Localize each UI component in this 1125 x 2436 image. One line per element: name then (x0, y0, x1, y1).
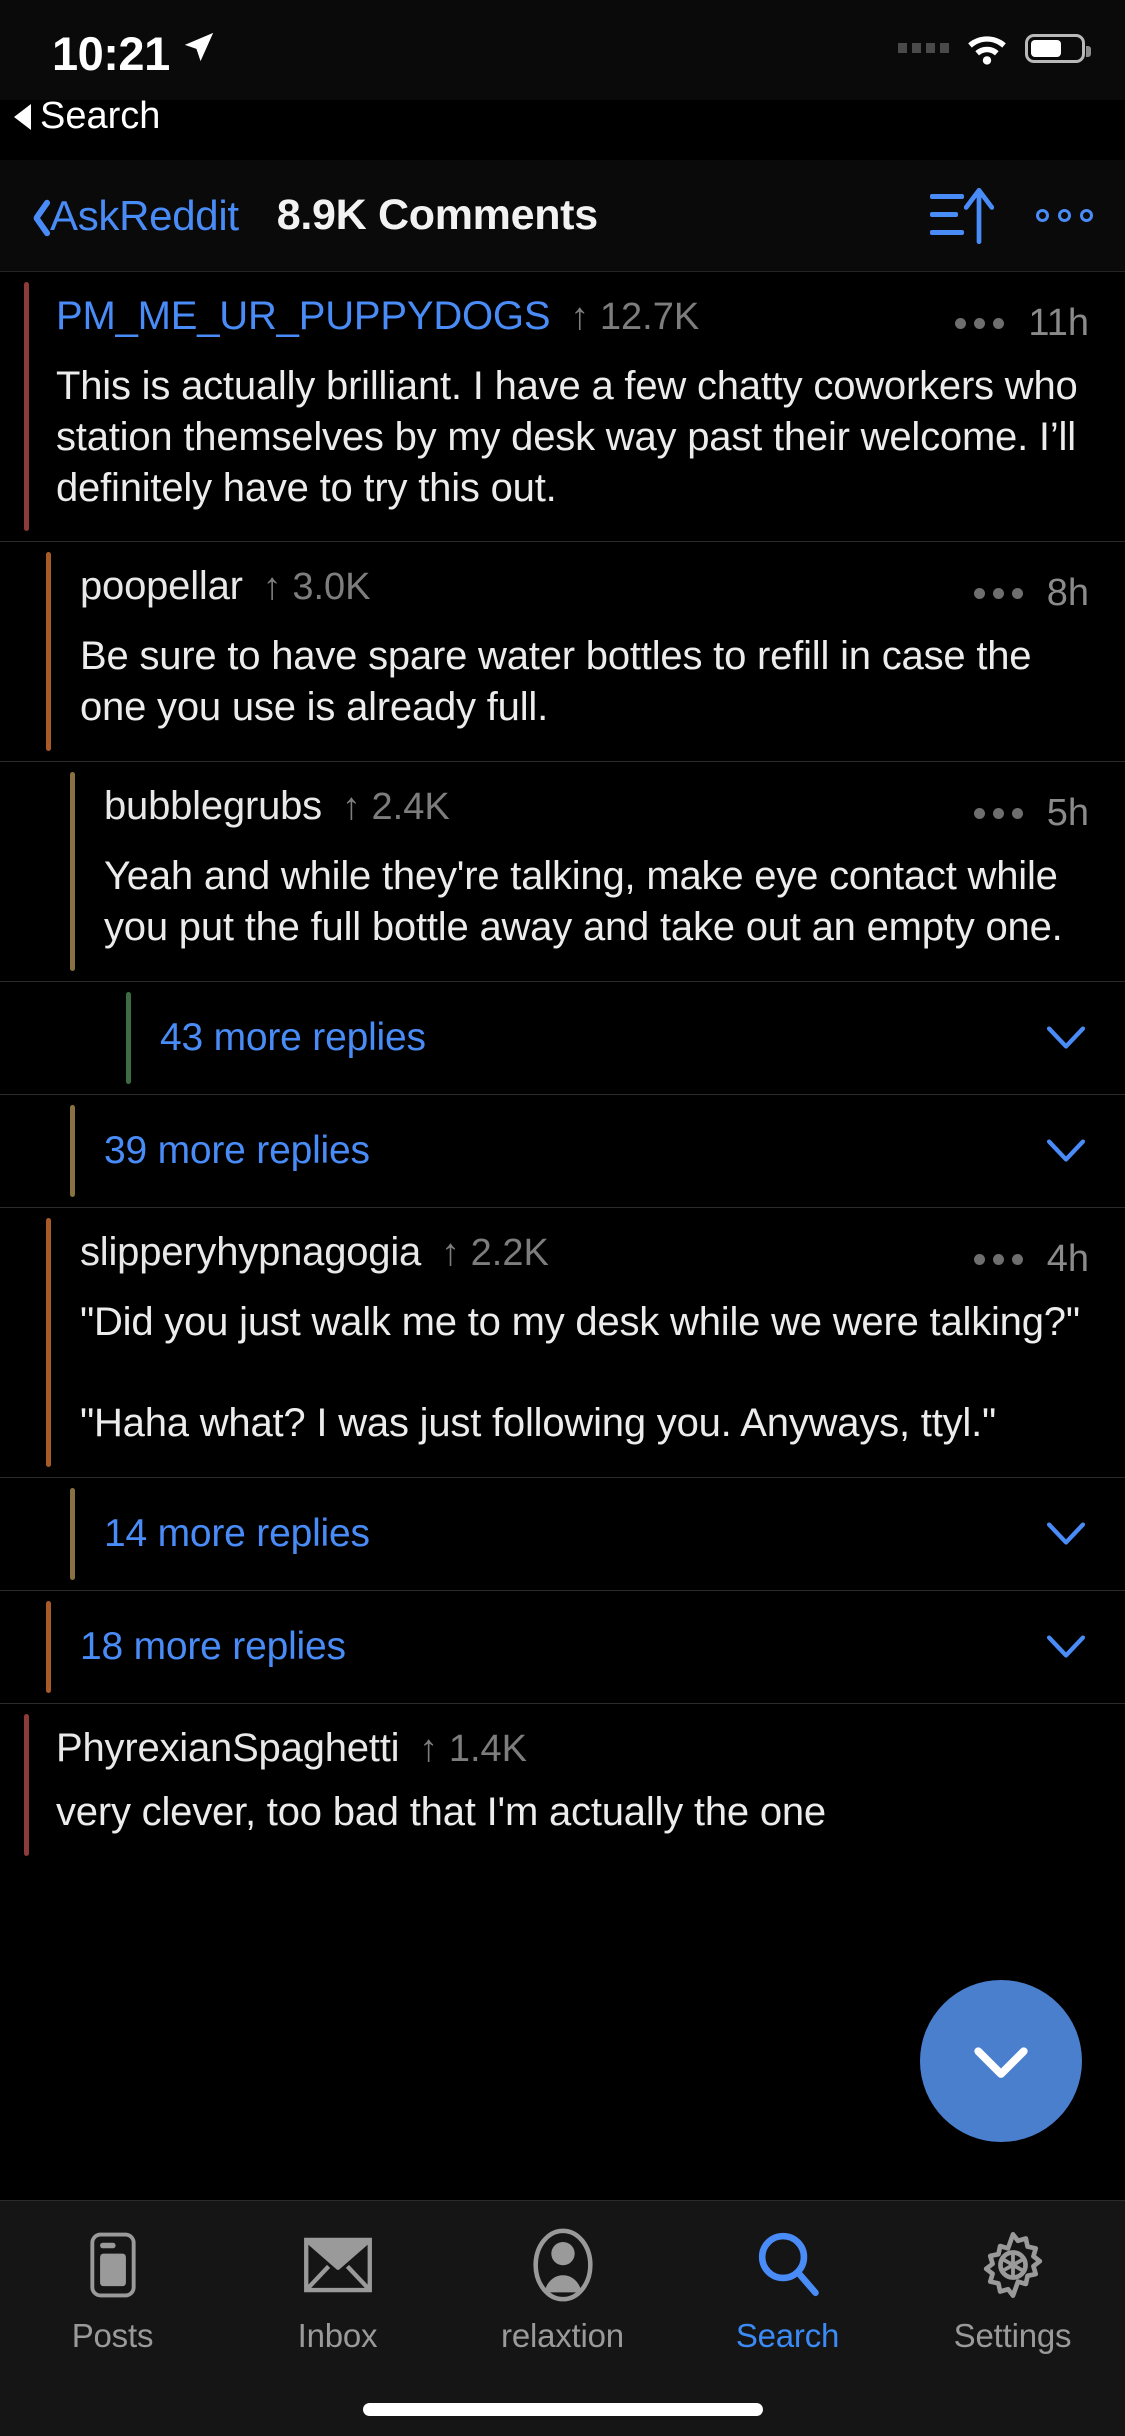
cellular-dots-icon (898, 43, 949, 53)
comment-score: ↑ 2.2K (441, 1231, 549, 1274)
comment-row[interactable]: PM_ME_UR_PUPPYDOGS ↑ 12.7K 11h This is actu… (0, 272, 1125, 541)
comment-header: slipperyhypnagogia ↑ 2.2K 4h (80, 1230, 1089, 1281)
home-indicator (362, 2403, 763, 2416)
comment-row[interactable]: poopellar ↑ 3.0K 8h Be sure to have spare w… (0, 541, 1125, 761)
comment-overflow-icon[interactable] (955, 318, 1005, 329)
tab-inbox[interactable]: Inbox (225, 2227, 450, 2355)
comment-header: bubblegrubs ↑ 2.4K 5h (104, 784, 1089, 835)
wifi-icon (968, 36, 1006, 65)
comment-author[interactable]: slipperyhypnagogia (80, 1230, 421, 1275)
more-replies-row[interactable]: 18 more replies (0, 1589, 1125, 1703)
location-arrow-icon (184, 32, 214, 62)
comment-header: PhyrexianSpaghetti ↑ 1.4K (56, 1726, 1089, 1771)
status-bar: 10:21 (0, 0, 1125, 100)
comment-list[interactable]: PM_ME_UR_PUPPYDOGS ↑ 12.7K 11h This is actu… (0, 272, 1125, 2172)
more-replies-label[interactable]: 14 more replies (104, 1512, 370, 1556)
tab-label: Posts (71, 2317, 154, 2354)
page-title: 8.9K Comments (276, 191, 598, 239)
comment-age: 5h (1046, 791, 1089, 834)
comment-age: 4h (1046, 1237, 1089, 1280)
account-icon (531, 2227, 595, 2303)
thread-line[interactable] (70, 771, 75, 971)
thread-line[interactable] (46, 1217, 51, 1467)
comment-overflow-icon[interactable] (973, 588, 1023, 600)
comment-score: ↑ 3.0K (262, 566, 371, 609)
tab-label: Search (735, 2317, 840, 2354)
more-replies-row[interactable]: 14 more replies (0, 1476, 1125, 1590)
tab-posts[interactable]: Posts (0, 2227, 225, 2355)
sort-arrow-glyph (964, 187, 994, 244)
more-replies-row[interactable]: 43 more replies (0, 980, 1125, 1094)
back-button-label: AskReddit (50, 191, 239, 239)
chevron-down-icon (974, 2047, 1028, 2078)
posts-icon (82, 2227, 144, 2303)
thread-line[interactable] (46, 1600, 51, 1693)
more-horizontal-icon[interactable] (1036, 209, 1093, 222)
comment-author[interactable]: PM_ME_UR_PUPPYDOGS (56, 294, 551, 339)
comment-score: ↑ 12.7K (570, 296, 700, 338)
comment-meta: 4h (973, 1237, 1089, 1281)
thread-line[interactable] (70, 1487, 75, 1580)
search-icon (755, 2227, 821, 2303)
comment-author[interactable]: poopellar (80, 564, 243, 609)
thread-line[interactable] (24, 282, 29, 532)
tab-settings[interactable]: Settings (900, 2227, 1125, 2355)
tab-label: Inbox (297, 2317, 378, 2354)
comment-body: Yeah and while they're talking, make eye… (104, 853, 1069, 949)
more-replies-row[interactable]: 39 more replies (0, 1093, 1125, 1207)
comment-author[interactable]: bubblegrubs (104, 784, 322, 829)
gear-icon (978, 2227, 1048, 2303)
tab-bar: Posts Inbox relaxtion Search Settings (0, 2200, 1125, 2436)
status-time: 10:21 (52, 27, 170, 80)
more-replies-label[interactable]: 39 more replies (104, 1129, 370, 1173)
tab-label: Settings (953, 2317, 1072, 2354)
chevron-down-icon[interactable] (1043, 1632, 1089, 1662)
next-comment-fab[interactable] (920, 1980, 1082, 2142)
more-replies-label[interactable]: 18 more replies (80, 1625, 346, 1669)
comment-score: ↑ 1.4K (419, 1727, 528, 1770)
comment-body: This is actually brilliant. I have a few… (56, 364, 1089, 510)
comment-body: "Did you just walk me to my desk while w… (80, 1299, 1080, 1446)
thread-line[interactable] (70, 1104, 75, 1197)
tab-search[interactable]: Search (675, 2227, 900, 2355)
chevron-down-icon[interactable] (1043, 1136, 1089, 1166)
comment-meta: 5h (973, 791, 1089, 835)
chevron-down-icon[interactable] (1043, 1023, 1089, 1053)
back-button[interactable]: AskReddit (22, 192, 239, 240)
chevron-down-icon[interactable] (1043, 1519, 1089, 1549)
tab-relaxtion[interactable]: relaxtion (450, 2227, 675, 2355)
sort-ascending-icon[interactable] (930, 187, 996, 244)
thread-line[interactable] (24, 1713, 29, 1856)
back-to-app-label: Search (40, 95, 161, 137)
comment-score: ↑ 2.4K (341, 785, 450, 828)
comment-body: Be sure to have spare water bottles to r… (80, 634, 1043, 730)
comment-age: 11h (1028, 302, 1089, 344)
comment-overflow-icon[interactable] (973, 807, 1023, 819)
envelope-icon (303, 2227, 373, 2303)
tab-label: relaxtion (501, 2317, 624, 2354)
back-to-search-app[interactable]: Search (14, 95, 160, 138)
back-triangle-icon (14, 103, 31, 130)
comment-row[interactable]: bubblegrubs ↑ 2.4K 5h Yeah and while they'r… (0, 760, 1125, 981)
thread-line[interactable] (46, 552, 51, 751)
chevron-left-icon (22, 196, 46, 236)
battery-icon (1025, 33, 1091, 63)
comment-row[interactable]: slipperyhypnagogia ↑ 2.2K 4h "Did you just … (0, 1206, 1125, 1477)
comment-author[interactable]: PhyrexianSpaghetti (56, 1726, 399, 1771)
comment-header: PM_ME_UR_PUPPYDOGS ↑ 12.7K 11h (56, 294, 1089, 345)
comment-row[interactable]: PhyrexianSpaghetti ↑ 1.4K very clever, too… (0, 1702, 1125, 1866)
thread-line[interactable] (126, 991, 131, 1084)
comment-age: 8h (1046, 572, 1089, 615)
navigation-bar: AskReddit 8.9K Comments (0, 160, 1125, 272)
comment-meta: 8h (973, 572, 1089, 615)
comment-meta: 11h (955, 302, 1089, 345)
more-replies-label[interactable]: 43 more replies (160, 1016, 426, 1060)
comment-header: poopellar ↑ 3.0K 8h (80, 564, 1089, 615)
comment-body: very clever, too bad that I'm actually t… (56, 1789, 826, 1834)
comment-overflow-icon[interactable] (973, 1253, 1023, 1265)
